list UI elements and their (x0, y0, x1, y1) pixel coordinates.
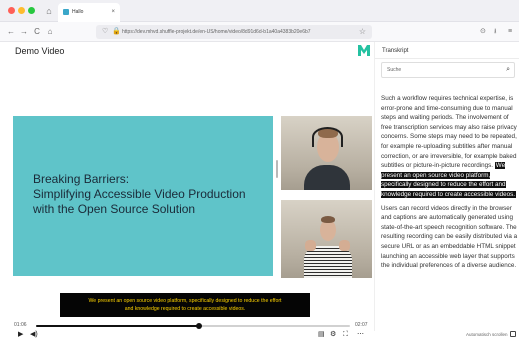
volume-button[interactable]: ◀) (30, 331, 38, 339)
transcript-footer: Automatisch scrollen (374, 331, 519, 340)
fullscreen-button[interactable]: ⛶ (343, 331, 348, 339)
m-logo-icon[interactable] (357, 43, 371, 57)
tab-title: Hallo (72, 9, 84, 15)
transcript-search-field[interactable]: Suche ⌕ (381, 62, 515, 78)
download-icon[interactable]: ⭳ (494, 27, 496, 37)
minimize-window-button[interactable] (18, 7, 25, 14)
page-title: Demo Video (15, 46, 65, 56)
slide-heading: Breaking Barriers: Simplifying Accessibl… (33, 172, 283, 217)
bookmark-icon[interactable]: ⌂ (44, 6, 54, 16)
browser-window: ⌂ Hallo × ← → C ⌂ ♡ 🔒 https://dev.mhvd.s… (0, 0, 519, 340)
auto-scroll-checkbox[interactable] (510, 331, 516, 337)
settings-button[interactable]: ⚙ (330, 331, 336, 339)
captions-button[interactable]: ▤ (318, 331, 325, 339)
tab-close-icon[interactable]: × (111, 7, 115, 17)
slide-heading-line-2: Simplifying Accessible Video Production (33, 187, 246, 201)
shield-icon[interactable]: ♡ (102, 27, 108, 37)
tab-bar: ⌂ Hallo × (0, 0, 519, 22)
transcript-panel: Transkript Suche ⌕ Such a workflow requi… (374, 42, 519, 340)
transcript-paragraph-2: Users can record videos directly in the … (381, 204, 518, 270)
slide-heading-line-1: Breaking Barriers: (33, 172, 130, 186)
close-window-button[interactable] (8, 7, 15, 14)
transcript-text: Such a workflow requires technical exper… (381, 94, 519, 275)
current-time: 01:06 (14, 322, 27, 328)
interpreter-hair (321, 216, 335, 223)
auto-scroll-label: Automatisch scrollen (466, 332, 508, 337)
subtitle-line-1: We present an open source video platform… (88, 298, 282, 304)
video-subtitle: We present an open source video platform… (60, 293, 310, 317)
home-button[interactable]: ⌂ (45, 27, 55, 37)
lock-icon: 🔒 (112, 28, 121, 35)
search-icon[interactable]: ⌕ (506, 65, 510, 75)
progress-fill (36, 325, 200, 327)
left-hand (305, 240, 316, 251)
navigation-bar: ← → C ⌂ ♡ 🔒 https://dev.mhvd.shuffle-pro… (0, 22, 519, 42)
progress-thumb[interactable] (196, 323, 203, 329)
menu-icon[interactable]: ≡ (508, 27, 512, 37)
forward-button[interactable]: → (19, 27, 29, 37)
slide-heading-line-3: with the Open Source Solution (33, 202, 196, 216)
transcript-text-segment: Such a workflow requires technical exper… (381, 95, 517, 170)
back-button[interactable]: ← (6, 27, 16, 37)
transcript-divider (375, 58, 519, 59)
video-split-handle[interactable] (276, 160, 278, 178)
search-placeholder: Suche (387, 67, 402, 73)
presentation-slide: Breaking Barriers: Simplifying Accessibl… (13, 116, 273, 276)
address-bar[interactable]: ♡ 🔒 https://dev.mhvd.shuffle-projekt.de/… (96, 25, 372, 39)
play-button[interactable]: ▶ (18, 331, 23, 339)
maximize-window-button[interactable] (28, 7, 35, 14)
pocket-icon[interactable]: ⊙ (480, 27, 486, 37)
tab-favicon-icon (63, 9, 69, 15)
browser-tab[interactable]: Hallo × (58, 3, 120, 22)
sign-language-camera (281, 200, 372, 278)
speaker-camera-top (281, 116, 372, 190)
right-hand (339, 240, 350, 251)
more-options-button[interactable]: ⋯ (357, 331, 364, 339)
url-text[interactable]: https://dev.mhvd.shuffle-projekt.de/en-U… (122, 27, 311, 37)
subtitle-line-2: and knowledge required to create accessi… (124, 306, 246, 312)
headphones-icon (312, 127, 343, 147)
bookmark-star-icon[interactable]: ☆ (359, 27, 366, 37)
reload-button[interactable]: C (32, 27, 42, 37)
transcript-title: Transkript (382, 48, 409, 54)
duration: 02:07 (355, 322, 368, 328)
transcript-paragraph-1: Such a workflow requires technical exper… (381, 94, 519, 200)
progress-bar[interactable] (36, 323, 350, 329)
